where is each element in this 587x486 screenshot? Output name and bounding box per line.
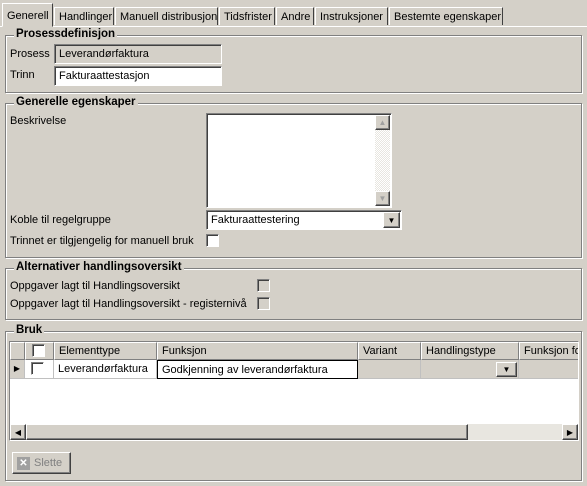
tab-instruksjoner[interactable]: Instruksjoner xyxy=(315,7,388,25)
tab-bestemte-egenskaper[interactable]: Bestemte egenskaper xyxy=(389,7,503,25)
col-handlingstype[interactable]: Handlingstype xyxy=(421,342,519,360)
prosess-field: Leverandørfaktura xyxy=(54,44,222,64)
bruk-grid: Elementtype Funksjon Variant Handlingsty… xyxy=(9,341,579,441)
bruk-title: Bruk xyxy=(14,324,45,336)
triangle-right-icon: ▶ xyxy=(10,360,25,379)
col-variant[interactable]: Variant xyxy=(358,342,421,360)
scroll-thumb[interactable] xyxy=(26,424,468,440)
col-funksjon-fo[interactable]: Funksjon fo xyxy=(519,342,578,360)
grid-horizontal-scrollbar[interactable]: ◀ ▶ xyxy=(10,424,578,440)
tab-generell[interactable]: Generell xyxy=(2,3,53,27)
tab-handlinger[interactable]: Handlinger xyxy=(54,7,114,25)
tab-tidsfrister[interactable]: Tidsfrister xyxy=(219,7,275,25)
cell-elementtype[interactable]: Leverandørfaktura xyxy=(54,360,157,379)
prosess-label: Prosess xyxy=(10,48,50,60)
manuell-bruk-checkbox[interactable] xyxy=(206,234,219,247)
handlingstype-dropdown-icon[interactable]: ▼ xyxy=(496,362,517,377)
opt2-checkbox[interactable] xyxy=(257,297,270,310)
regelgruppe-select[interactable]: Fakturaattestering xyxy=(206,210,402,230)
scroll-up-icon[interactable]: ▲ xyxy=(375,115,390,130)
tab-bar: Generell Handlinger Manuell distribusjon… xyxy=(0,0,587,27)
delete-x-icon: ✕ xyxy=(17,456,30,470)
alternativer-group: Alternativer handlingsoversikt xyxy=(5,261,582,320)
opt1-label: Oppgaver lagt til Handlingsoversikt xyxy=(10,280,180,292)
alternativer-title: Alternativer handlingsoversikt xyxy=(14,261,184,273)
select-all-header xyxy=(25,342,54,360)
trinn-field[interactable]: Fakturaattestasjon xyxy=(54,66,222,86)
beskrivelse-label: Beskrivelse xyxy=(10,115,67,127)
col-elementtype[interactable]: Elementtype xyxy=(54,342,157,360)
row-checkbox[interactable] xyxy=(31,362,44,375)
tab-manuell-distribusjon[interactable]: Manuell distribusjon xyxy=(115,7,218,25)
generelle-egenskaper-title: Generelle egenskaper xyxy=(14,96,138,108)
prosessdefinisjon-title: Prosessdefinisjon xyxy=(14,28,118,40)
tab-andre[interactable]: Andre xyxy=(276,7,314,25)
regelgruppe-label: Koble til regelgruppe xyxy=(10,214,111,226)
scroll-down-icon[interactable]: ▼ xyxy=(375,191,390,206)
scroll-right-icon[interactable]: ▶ xyxy=(562,424,578,440)
scroll-left-icon[interactable]: ◀ xyxy=(10,424,26,440)
beskrivelse-textarea[interactable] xyxy=(206,113,392,208)
delete-button[interactable]: ✕ Slette xyxy=(12,452,71,474)
cell-variant[interactable] xyxy=(358,360,421,379)
chevron-down-icon[interactable]: ▼ xyxy=(383,212,400,228)
opt1-checkbox[interactable] xyxy=(257,279,270,292)
col-funksjon[interactable]: Funksjon xyxy=(157,342,358,360)
cell-funksjon-fo[interactable] xyxy=(519,360,578,379)
row-select-cell xyxy=(25,360,54,379)
tab-bar-line xyxy=(0,26,587,27)
select-all-checkbox[interactable] xyxy=(32,344,45,357)
opt2-label: Oppgaver lagt til Handlingsoversikt - re… xyxy=(10,298,247,310)
manuell-bruk-label: Trinnet er tilgjengelig for manuell bruk xyxy=(10,235,194,247)
row-indicator-header xyxy=(10,342,25,360)
cell-funksjon[interactable]: Godkjenning av leverandørfaktura xyxy=(157,360,358,379)
delete-label: Slette xyxy=(34,457,63,469)
trinn-label: Trinn xyxy=(10,69,35,81)
